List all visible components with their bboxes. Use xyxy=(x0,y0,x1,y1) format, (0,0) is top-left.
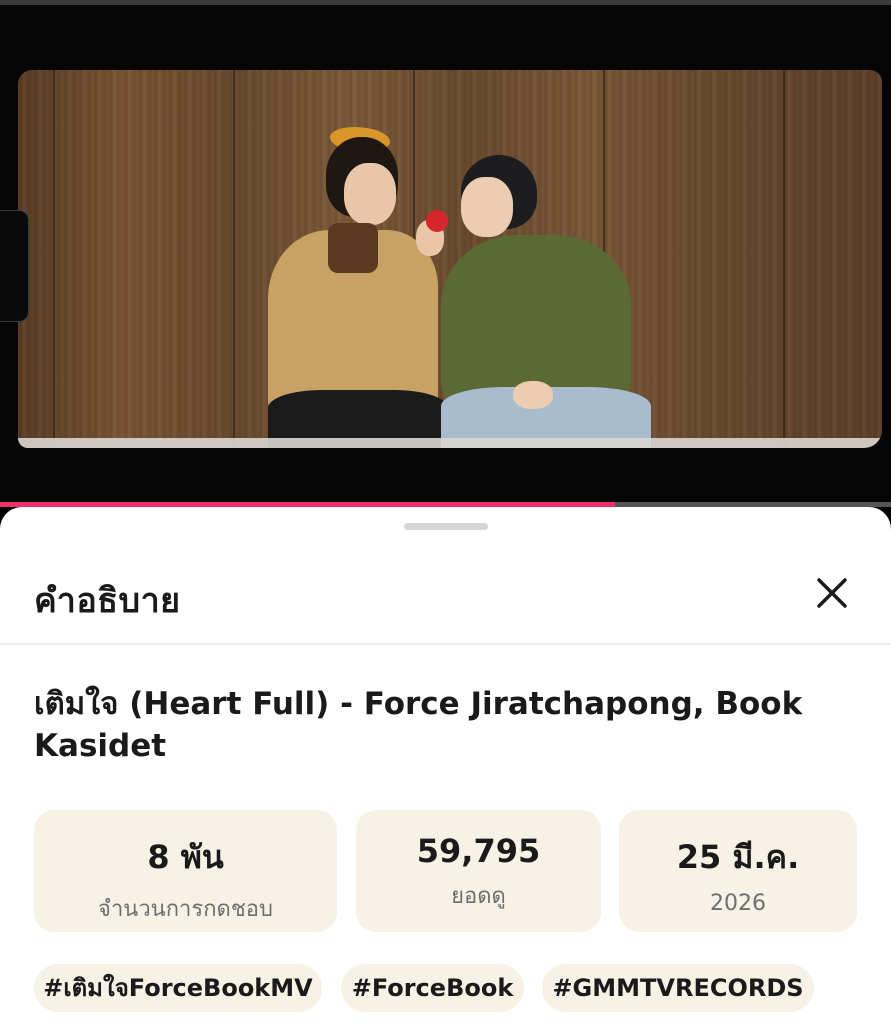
date-value: 25 มี.ค. xyxy=(676,838,800,876)
likes-stat: 8 พัน จำนวนการกดชอบ xyxy=(34,810,337,932)
description-sheet: คำอธิบาย เติมใจ (Heart Full) - Force Jir… xyxy=(0,507,891,1024)
sheet-title: คำอธิบาย xyxy=(34,581,181,621)
divider xyxy=(0,643,891,645)
video-frame xyxy=(18,70,882,448)
wood-panel-seam xyxy=(233,70,235,448)
views-stat: 59,795 ยอดดู xyxy=(356,810,601,932)
views-label: ยอดดู xyxy=(451,884,506,909)
person-left xyxy=(258,125,458,448)
hashtag-chip[interactable]: #เติมใจForceBookMV xyxy=(34,964,322,1012)
likes-value: 8 พัน xyxy=(147,838,224,876)
date-year: 2026 xyxy=(710,891,766,916)
close-icon xyxy=(817,578,847,608)
side-tab[interactable] xyxy=(0,210,29,322)
wood-panel-seam xyxy=(783,70,785,448)
views-value: 59,795 xyxy=(416,832,541,870)
person-right xyxy=(433,155,653,448)
wood-panel-seam xyxy=(53,70,55,448)
hashtag-chip[interactable]: #GMMTVRECORDS xyxy=(542,964,814,1012)
video-title: เติมใจ (Heart Full) - Force Jiratchapong… xyxy=(34,686,803,764)
drag-handle[interactable] xyxy=(404,523,488,530)
date-stat: 25 มี.ค. 2026 xyxy=(619,810,857,932)
floor xyxy=(18,438,882,448)
video-player[interactable] xyxy=(0,5,891,502)
hashtag-chip[interactable]: #ForceBook xyxy=(341,964,524,1012)
likes-label: จำนวนการกดชอบ xyxy=(98,897,273,922)
close-button[interactable] xyxy=(812,573,852,613)
